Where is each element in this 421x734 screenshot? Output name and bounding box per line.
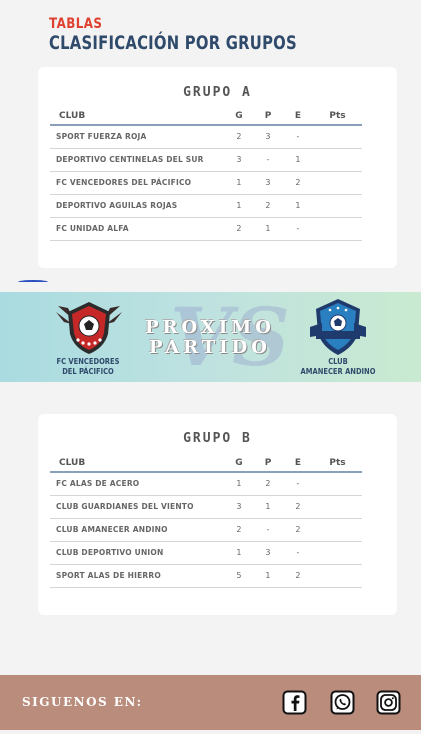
club-name: CLUB AMANECER ANDINO (50, 518, 225, 542)
table-row: CLUB GUARDIANES DEL VIENTO 3 1 2 (50, 495, 362, 519)
next-match-line2: PARTIDO (149, 337, 271, 358)
club-name: SPORT FUERZA ROJA (50, 125, 225, 149)
cell-pts (313, 495, 362, 519)
club-name: FC UNIDAD ALFA (50, 217, 225, 241)
cell-pts (313, 541, 362, 565)
cell-g: 1 (225, 472, 253, 496)
left-team-name: FC VENCEDORES DEL PÁCIFICO (38, 357, 138, 377)
cell-g: 1 (225, 194, 253, 218)
whatsapp-icon[interactable] (330, 690, 355, 715)
cell-pts (313, 564, 362, 588)
table-row: SPORT ALAS DE HIERRO 5 1 2 (50, 564, 362, 588)
club-amanecer-crest-icon (310, 299, 366, 355)
group-a-table: CLUB G P E Pts SPORT FUERZA ROJA 2 3 - D… (50, 107, 362, 241)
table-row: CLUB AMANECER ANDINO 2 - 2 (50, 518, 362, 542)
cell-g: 1 (225, 541, 253, 565)
cell-pts (313, 518, 362, 542)
table-header-row: CLUB G P E Pts (50, 454, 362, 473)
right-team-line1: CLUB (328, 357, 348, 366)
cell-pts (313, 194, 362, 218)
group-b-card: GRUPO B CLUB G P E Pts FC ALAS DE ACERO … (38, 414, 397, 615)
cell-pts (313, 148, 362, 172)
table-header-row: CLUB G P E Pts (50, 107, 362, 126)
cell-p: 1 (253, 495, 283, 519)
cell-g: 2 (225, 217, 253, 241)
cell-e: 2 (283, 495, 313, 519)
footer: SIGUENOS EN: (0, 675, 421, 730)
table-row: FC UNIDAD ALFA 2 1 - (50, 217, 362, 241)
cell-pts (313, 472, 362, 496)
cell-p: 2 (253, 472, 283, 496)
next-match-line1: PROXIMO (145, 317, 275, 338)
cell-p: 2 (253, 194, 283, 218)
table-row: FC VENCEDORES DEL PÁCIFICO 1 3 2 (50, 171, 362, 195)
col-e: E (283, 107, 313, 126)
cell-g: 3 (225, 148, 253, 172)
col-club: CLUB (50, 454, 225, 473)
decorative-stroke (18, 280, 48, 284)
group-b-table: CLUB G P E Pts FC ALAS DE ACERO 1 2 - CL… (50, 454, 362, 588)
cell-e: - (283, 541, 313, 565)
table-row: FC ALAS DE ACERO 1 2 - (50, 472, 362, 496)
cell-g: 5 (225, 564, 253, 588)
cell-p: 1 (253, 217, 283, 241)
fc-vencedores-crest-icon (56, 302, 122, 354)
cell-e: - (283, 125, 313, 149)
group-a-card: GRUPO A CLUB G P E Pts SPORT FUERZA ROJA… (38, 67, 397, 268)
club-name: DEPORTIVO CENTINELAS DEL SUR (50, 148, 225, 172)
table-row: DEPORTIVO CENTINELAS DEL SUR 3 - 1 (50, 148, 362, 172)
left-team-line1: FC VENCEDORES (56, 357, 120, 366)
cell-e: - (283, 217, 313, 241)
right-team-line2: AMANECER ANDINO (300, 367, 376, 376)
facebook-icon[interactable] (282, 690, 307, 715)
col-p: P (253, 454, 283, 473)
col-g: G (225, 454, 253, 473)
table-row: CLUB DEPORTIVO UNION 1 3 - (50, 541, 362, 565)
cell-pts (313, 125, 362, 149)
cell-g: 3 (225, 495, 253, 519)
table-row: DEPORTIVO AGUILAS ROJAS 1 2 1 (50, 194, 362, 218)
cell-g: 2 (225, 125, 253, 149)
cell-g: 2 (225, 518, 253, 542)
left-team-line2: DEL PÁCIFICO (62, 367, 114, 376)
section-kicker: TABLAS (49, 16, 103, 32)
club-name: SPORT ALAS DE HIERRO (50, 564, 225, 588)
club-name: DEPORTIVO AGUILAS ROJAS (50, 194, 225, 218)
page-title: CLASIFICACIÓN POR GRUPOS (49, 32, 297, 54)
group-a-title: GRUPO A (183, 85, 252, 100)
follow-us-label: SIGUENOS EN: (22, 695, 143, 709)
club-name: CLUB DEPORTIVO UNION (50, 541, 225, 565)
group-b-title: GRUPO B (183, 431, 252, 446)
cell-p: 3 (253, 125, 283, 149)
next-match-heading: PROXIMO PARTIDO (130, 318, 290, 358)
cell-pts (313, 171, 362, 195)
col-p: P (253, 107, 283, 126)
club-name: CLUB GUARDIANES DEL VIENTO (50, 495, 225, 519)
cell-e: - (283, 472, 313, 496)
col-g: G (225, 107, 253, 126)
page-header: TABLAS CLASIFICACIÓN POR GRUPOS (49, 16, 367, 54)
col-e: E (283, 454, 313, 473)
col-club: CLUB (50, 107, 225, 126)
cell-pts (313, 217, 362, 241)
cell-p: 3 (253, 171, 283, 195)
club-name: FC ALAS DE ACERO (50, 472, 225, 496)
table-row: SPORT FUERZA ROJA 2 3 - (50, 125, 362, 149)
cell-p: - (253, 518, 283, 542)
club-name: FC VENCEDORES DEL PÁCIFICO (50, 171, 225, 195)
cell-p: 1 (253, 564, 283, 588)
cell-e: 2 (283, 564, 313, 588)
cell-e: 2 (283, 171, 313, 195)
cell-e: 1 (283, 148, 313, 172)
right-team-name: CLUB AMANECER ANDINO (288, 357, 388, 377)
cell-e: 1 (283, 194, 313, 218)
col-pts: Pts (313, 107, 362, 126)
cell-e: 2 (283, 518, 313, 542)
col-pts: Pts (313, 454, 362, 473)
instagram-icon[interactable] (376, 690, 401, 715)
cell-p: - (253, 148, 283, 172)
cell-g: 1 (225, 171, 253, 195)
cell-p: 3 (253, 541, 283, 565)
